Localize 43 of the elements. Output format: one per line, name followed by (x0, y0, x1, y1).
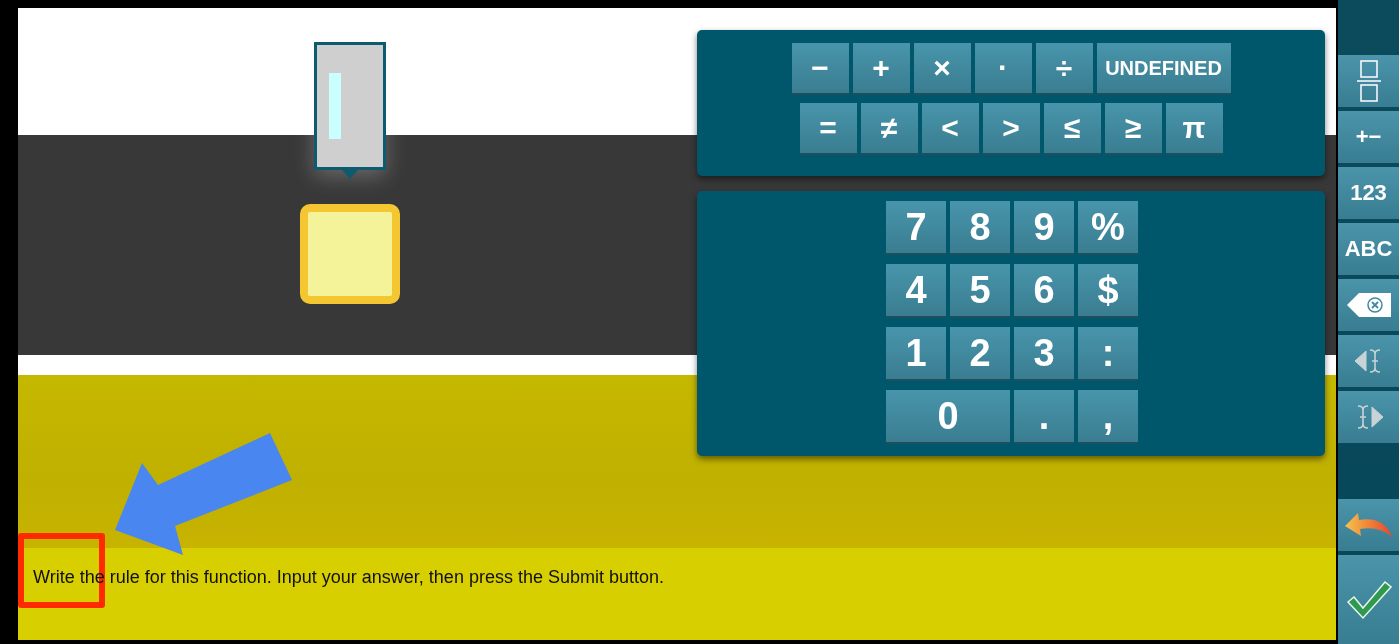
backspace-button[interactable] (1338, 279, 1399, 331)
keypad-key[interactable]: 2 (950, 327, 1010, 379)
keypad-key[interactable]: + (852, 43, 910, 93)
undo-button[interactable] (1338, 499, 1399, 551)
keypad-key[interactable]: 3 (1014, 327, 1074, 379)
keypad-key[interactable]: 6 (1014, 264, 1074, 316)
keypad-key[interactable]: 1 (886, 327, 946, 379)
toolbar-button[interactable]: 123 (1338, 167, 1399, 219)
keypad-key[interactable]: ≥ (1104, 103, 1162, 153)
cursor-left-button[interactable] (1338, 335, 1399, 387)
keypad-key[interactable]: 5 (950, 264, 1010, 316)
keypad-key[interactable]: 0 (886, 390, 1010, 442)
submit-button[interactable] (1338, 555, 1399, 644)
toolbar-button[interactable]: +− (1338, 111, 1399, 163)
keypad-key[interactable]: · (974, 43, 1032, 93)
keypad-key[interactable]: ÷ (1035, 43, 1093, 93)
keypad-key[interactable]: 4 (886, 264, 946, 316)
keypad-key[interactable]: = (799, 103, 857, 153)
keypad-key[interactable]: UNDEFINED (1096, 43, 1231, 93)
keypad-key[interactable]: > (982, 103, 1040, 153)
keypad-key[interactable]: < (921, 103, 979, 153)
keypad-key[interactable]: , (1078, 390, 1138, 442)
fraction-button[interactable] (1338, 55, 1399, 107)
keypad-key[interactable]: ≠ (860, 103, 918, 153)
keypad-key[interactable]: . (1014, 390, 1074, 442)
checkmark-icon (1345, 579, 1392, 620)
keypad-key[interactable]: ≤ (1043, 103, 1101, 153)
keypad-key[interactable]: 9 (1014, 201, 1074, 253)
cursor-right-button[interactable] (1338, 391, 1399, 443)
toolbar-button[interactable]: ABC (1338, 223, 1399, 275)
keypad-key[interactable]: × (913, 43, 971, 93)
text-cursor (329, 73, 341, 139)
keypad-key[interactable]: $ (1078, 264, 1138, 316)
pointer-icon (342, 170, 358, 179)
input-field[interactable] (314, 42, 386, 170)
fraction-icon (1355, 59, 1382, 103)
keypad-key[interactable]: − (791, 43, 849, 93)
keypad-key[interactable]: 7 (886, 201, 946, 253)
keypad-key[interactable]: 8 (950, 201, 1010, 253)
keypad-key[interactable]: % (1078, 201, 1138, 253)
backspace-icon (1345, 292, 1392, 318)
keypad-key[interactable]: : (1078, 327, 1138, 379)
keypad-key[interactable]: π (1165, 103, 1223, 153)
